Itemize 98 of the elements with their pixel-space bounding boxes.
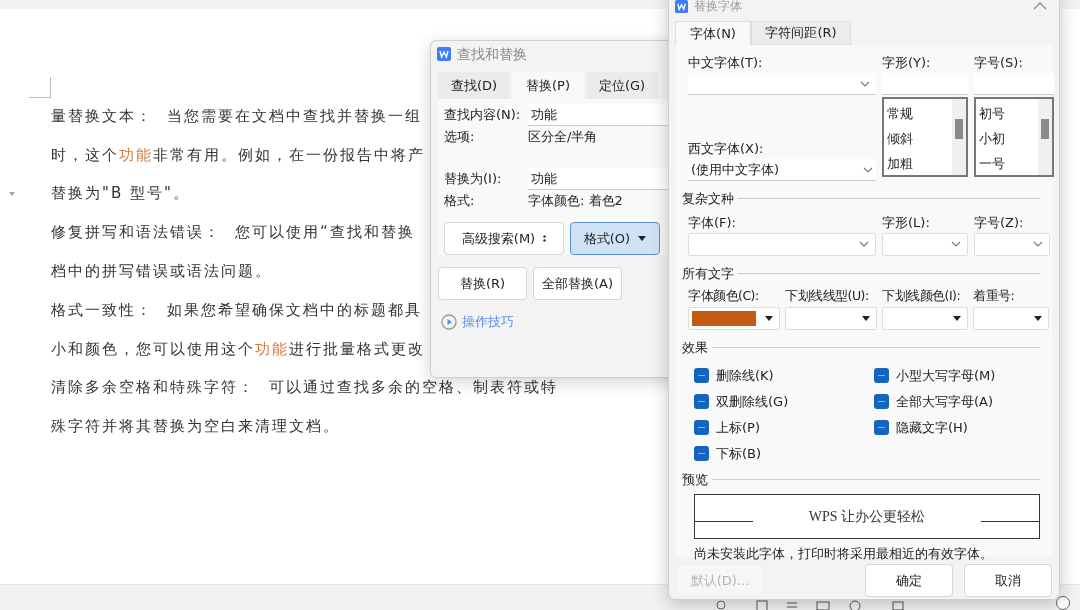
style-list[interactable]: 常规 倾斜 加粗 [882,97,968,177]
caret-icon [765,316,773,321]
section-heading: 复杂文种 [682,190,734,208]
list-item[interactable]: 初号 [979,101,1038,126]
checkbox-label: 小型大写字母(M) [896,366,996,385]
checkbox-label: 删除线(K) [716,366,774,385]
app-logo-icon [437,47,451,61]
field-label: 着重号: [973,287,1016,305]
page-corner-mark [29,77,51,98]
style-field[interactable] [882,73,968,95]
dots-icon [543,235,547,242]
document-text: 小和颜色，您可以使用这个 [51,338,255,360]
checkbox-label: 隐藏文字(H) [896,418,968,437]
list-item[interactable]: 加粗 [887,151,952,176]
format-button[interactable]: 格式(O) [570,222,660,255]
document-text: 清除多余空格和特殊字符： [51,377,255,399]
field-label: 选项: [444,128,476,147]
document-text: 档中的拼写错误或语法问题。 [51,260,272,282]
checkbox[interactable] [874,420,889,435]
document-text: 进行批量格式更改 [289,338,425,360]
field-label: 下划线颜色(I): [882,287,962,305]
document-text: 可以通过查找多余的空格、制表符或特 [269,377,558,399]
caret-icon [638,236,647,241]
document-text: 量替换文本： [51,105,153,127]
field-label: 中文字体(T): [688,54,764,72]
document-text: 格式一致性： [51,299,153,321]
document-text: 替换为"B 型号"。 [51,183,190,205]
field-label: 查找内容(N): [444,106,522,125]
chinese-font-dropdown[interactable] [688,73,876,95]
preview-text: WPS 让办公更轻松 [808,508,926,526]
dropdown[interactable] [688,307,780,330]
checkbox-label: 上标(P) [716,418,760,437]
tab[interactable]: 字符间距(R) [751,21,851,45]
tab[interactable]: 字体(N) [675,21,751,45]
document-text: 非常有用。例如，在一份报告中将产 [153,144,425,166]
dialog-button[interactable]: 确定 [865,564,953,597]
document-text: 修复拼写和语法错误： [51,222,221,244]
scrollbar-thumb[interactable] [955,119,963,139]
checkbox-label: 下标(B) [716,444,762,463]
checkbox-label: 全部大写字母(A) [896,392,994,411]
scrollbar-thumb[interactable] [1041,119,1049,139]
caret-icon [953,316,961,321]
options-value: 区分全/半角 [528,128,598,147]
note-text: 尚未安装此字体，打印时将采用最相近的有效字体。 [694,545,994,563]
list-item[interactable]: 一号 [979,151,1038,176]
action-button[interactable]: 全部替换(A) [533,267,622,300]
field-label: 字体颜色(C): [688,287,760,305]
checkbox[interactable] [694,420,709,435]
field-label: 字号(Z): [974,213,1025,232]
western-font-dropdown[interactable]: (使用中文字体) [688,159,876,181]
document-text: 时，这个 [51,144,119,166]
chevron-down-icon [859,241,869,247]
chevron-down-icon [1033,241,1043,247]
highlighted-word: 功能 [119,144,153,166]
field-label: 字号(S): [974,54,1024,72]
dialog-title: 查找和替换 [457,44,527,64]
size-list[interactable]: 初号 小初 一号 [974,97,1054,177]
checkbox[interactable] [694,446,709,461]
checkbox[interactable] [874,368,889,383]
field-label: 下划线线型(U): [785,287,870,305]
chevron-down-icon [951,241,961,247]
chevron-down-icon [863,166,873,173]
section-heading: 所有文字 [682,264,734,283]
caret-icon [862,316,870,321]
play-circle-icon [441,313,457,330]
dialog-button[interactable]: 取消 [964,564,1052,597]
list-item[interactable]: 常规 [887,101,952,126]
list-item[interactable]: 小初 [979,126,1038,151]
checkbox-label: 双删除线(G) [716,392,789,411]
dialog-title: 替换字体 [694,0,742,13]
field-label: 西文字体(X): [688,140,765,158]
collapse-icon[interactable] [1033,2,1047,10]
format-value: 字体颜色: 着色2 [528,192,623,210]
tab[interactable]: 替换(P) [512,72,584,99]
field-label: 格式: [444,192,476,210]
document-text: 当您需要在文档中查找并替换一组 [167,105,422,127]
document-text: 如果您希望确保文档中的标题都具 [167,299,422,321]
advanced-search-button[interactable]: 高级搜索(M) [444,222,564,255]
section-heading: 预览 [682,470,708,489]
tab[interactable]: 查找(D) [438,72,510,99]
checkbox[interactable] [694,368,709,383]
document-text: 殊字符并将其替换为空白来清理文档。 [51,416,340,438]
chevron-down-icon [860,80,870,87]
list-item[interactable]: 倾斜 [887,126,952,151]
field-label: 字体(F): [688,213,737,232]
size-field[interactable] [974,73,1054,95]
tab[interactable]: 定位(G) [586,72,658,99]
field-label: 替换为(I): [444,169,503,188]
highlighted-word: 功能 [255,338,289,360]
section-heading: 效果 [682,339,708,357]
caret-icon [1034,316,1042,321]
field-label: 字形(L): [882,213,931,232]
caret-icon [9,192,15,196]
checkbox[interactable] [874,394,889,409]
checkbox[interactable] [694,394,709,409]
document-text: 您可以使用“查找和替换 [235,222,415,244]
action-button[interactable]: 替换(R) [438,267,527,300]
field-label: 字形(Y): [882,54,932,72]
